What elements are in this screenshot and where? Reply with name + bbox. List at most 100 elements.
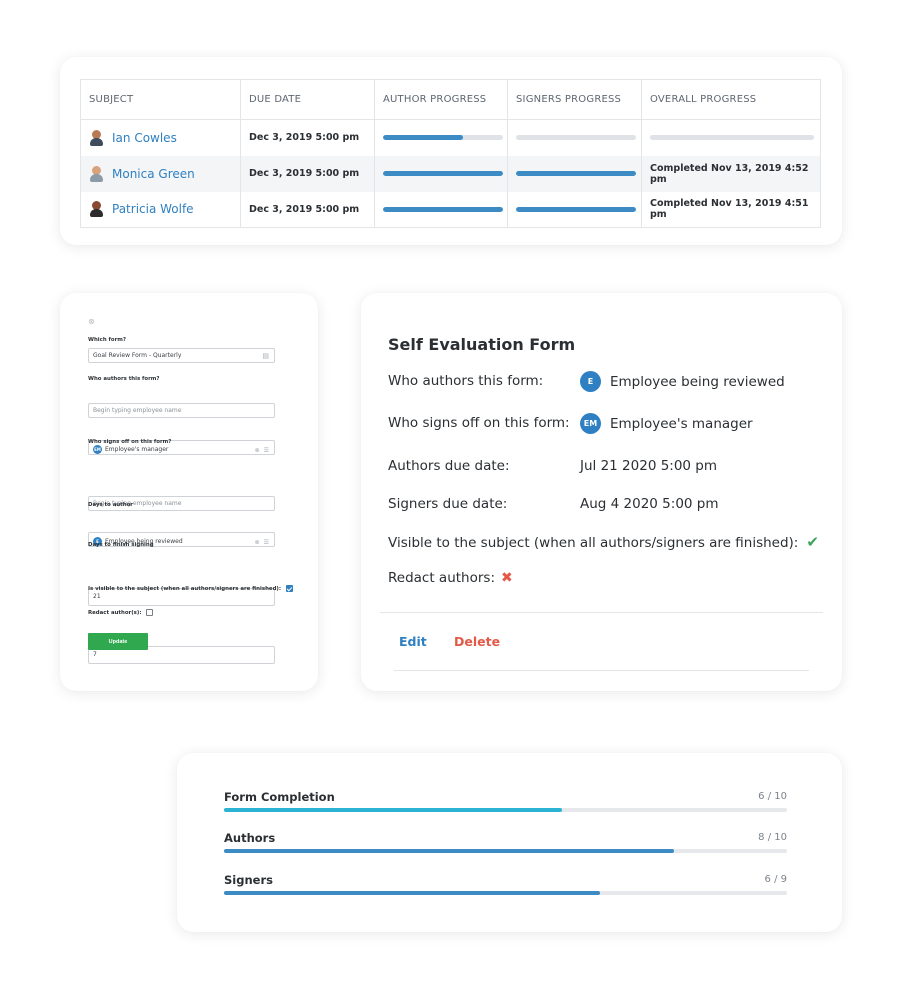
author-progress-cell (374, 155, 508, 192)
subject-cell: Monica Green (80, 155, 241, 192)
signers-progress-cell (507, 119, 642, 156)
visible-row: Visible to the subject (when all authors… (388, 533, 819, 551)
signers-value: EM Employee's manager (580, 413, 753, 434)
visible-option: Is visible to the subject (when all auth… (88, 585, 303, 592)
progress-fill (224, 891, 600, 895)
avatar: EM (580, 413, 601, 434)
progress-fill (516, 171, 636, 176)
signers-progress-cell (507, 155, 642, 192)
progress-summary-card: Form Completion 6 / 10 Authors 8 / 10 Si… (177, 753, 842, 932)
close-icon[interactable]: ⊗ (88, 317, 95, 326)
divider (380, 612, 823, 613)
authors-value: E Employee being reviewed (580, 371, 785, 392)
remove-drag-icons[interactable]: ⊗ ☰ (255, 536, 270, 549)
subject-cell: Patricia Wolfe (80, 191, 241, 228)
col-header-subject[interactable]: SUBJECT (80, 79, 241, 120)
progress-fill (383, 206, 503, 212)
subject-name[interactable]: Monica Green (112, 167, 195, 181)
signers-due-label: Signers due date: (388, 496, 508, 512)
redact-label: Redact authors: (388, 570, 495, 586)
table-header-row: SUBJECT DUE DATE AUTHOR PROGRESS SIGNERS… (80, 79, 821, 120)
author-progress-cell (374, 119, 508, 156)
days-author-label: Days to author (88, 502, 133, 508)
author-progress-bar (383, 171, 503, 176)
signers-progress-cell (507, 191, 642, 228)
progress-count: 8 / 10 (758, 832, 787, 843)
progress-fill (516, 206, 636, 212)
which-form-value: Goal Review Form - Quarterly (93, 352, 182, 359)
progress-count: 6 / 9 (764, 874, 787, 885)
form-detail-card: Self Evaluation Form Who authors this fo… (361, 293, 842, 691)
authors-label: Who authors this form: (388, 373, 544, 389)
overall-progress-bar (650, 135, 814, 141)
redact-row: Redact authors: ✖ (388, 570, 513, 586)
subject-name[interactable]: Ian Cowles (112, 131, 177, 145)
progress-label: Authors (224, 831, 276, 845)
authors-row: Authors 8 / 10 (224, 831, 787, 853)
table-row: Monica Green Dec 3, 2019 5:00 pm Complet… (80, 155, 821, 192)
overall-progress-cell: Completed Nov 13, 2019 4:51 pm (641, 191, 821, 228)
assignments-table-card: SUBJECT DUE DATE AUTHOR PROGRESS SIGNERS… (60, 57, 842, 245)
col-header-signers-progress[interactable]: SIGNERS PROGRESS (507, 79, 642, 120)
subject-cell: Ian Cowles (80, 119, 241, 156)
signers-label: Who signs off on this form? (88, 439, 172, 445)
checkmark-icon: ✔ (806, 533, 819, 551)
due-date-cell: Dec 3, 2019 5:00 pm (240, 119, 375, 156)
progress-count: 6 / 10 (758, 791, 787, 802)
redact-checkbox[interactable] (146, 609, 154, 616)
cross-icon: ✖ (501, 570, 513, 586)
overall-progress-cell: Completed Nov 13, 2019 4:52 pm (641, 155, 821, 192)
overall-progress-cell (642, 120, 821, 156)
subject-link[interactable]: Patricia Wolfe (89, 201, 240, 218)
visible-label: Is visible to the subject (when all auth… (88, 586, 282, 592)
avatar: EM (93, 445, 102, 454)
days-sign-label: Days to finish signing (88, 542, 154, 548)
author-progress-bar (383, 206, 503, 212)
col-header-due-date[interactable]: DUE DATE (240, 79, 375, 120)
avatar (89, 165, 104, 182)
subject-link[interactable]: Monica Green (89, 165, 240, 182)
subject-name[interactable]: Patricia Wolfe (112, 202, 194, 216)
progress-label: Signers (224, 873, 273, 887)
authors-due-label: Authors due date: (388, 458, 510, 474)
visible-checkbox[interactable] (285, 585, 293, 592)
authors-search-input[interactable]: Begin typing employee name (88, 403, 275, 418)
avatar (89, 129, 104, 146)
progress-track (224, 808, 787, 812)
delete-button[interactable]: Delete (454, 634, 500, 649)
remove-drag-icons[interactable]: ⊗ ☰ (255, 444, 270, 457)
avatar: E (580, 371, 601, 392)
author-progress-bar (383, 135, 503, 141)
authors-due-value: Jul 21 2020 5:00 pm (580, 458, 718, 474)
subject-link[interactable]: Ian Cowles (89, 129, 240, 146)
divider (394, 670, 809, 671)
redact-label: Redact author(s): (88, 610, 142, 616)
which-form-label: Which form? (88, 337, 126, 343)
col-header-author-progress[interactable]: AUTHOR PROGRESS (374, 79, 508, 120)
authors-name: Employee being reviewed (610, 373, 785, 390)
which-form-select[interactable]: Goal Review Form - Quarterly ▤ (88, 348, 275, 363)
signers-label: Who signs off on this form: (388, 415, 570, 431)
col-header-overall-progress[interactable]: OVERALL PROGRESS (641, 79, 821, 120)
list-icon: ▤ (262, 352, 270, 360)
avatar (89, 201, 104, 218)
progress-track (224, 849, 787, 853)
form-completion-row: Form Completion 6 / 10 (224, 790, 787, 812)
progress-fill (383, 171, 503, 176)
edit-button[interactable]: Edit (399, 634, 427, 649)
assignments-table: SUBJECT DUE DATE AUTHOR PROGRESS SIGNERS… (80, 79, 821, 228)
redact-option: Redact author(s): (88, 609, 154, 616)
signers-progress-bar (516, 171, 636, 176)
update-button[interactable]: Update (88, 633, 148, 650)
signers-progress-bar (516, 135, 636, 141)
due-date-cell: Dec 3, 2019 5:00 pm (240, 191, 375, 228)
authors-label: Who authors this form? (88, 376, 160, 382)
visible-label: Visible to the subject (when all authors… (388, 535, 799, 551)
table-row: Patricia Wolfe Dec 3, 2019 5:00 pm Compl… (80, 191, 821, 228)
due-date-cell: Dec 3, 2019 5:00 pm (240, 155, 375, 192)
progress-track (224, 891, 787, 895)
signers-name: Employee's manager (610, 415, 753, 432)
edit-form-card: ⊗ Which form? Goal Review Form - Quarter… (60, 293, 318, 691)
progress-fill (224, 849, 675, 853)
signers-due-value: Aug 4 2020 5:00 pm (580, 496, 719, 512)
